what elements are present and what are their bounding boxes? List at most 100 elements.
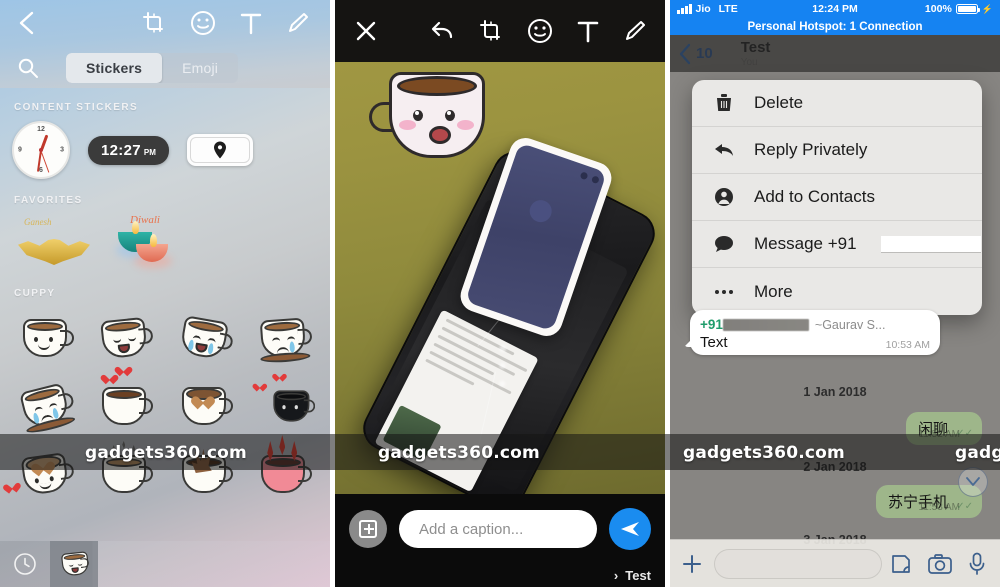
carrier-name: Jio [695,3,711,15]
menu-item-add-contacts-label: Add to Contacts [754,187,875,206]
status-right: 100% ⚡ [925,3,993,15]
recipient-chevron-icon: › [613,568,619,583]
menu-item-more[interactable]: More [692,268,982,315]
cuppy-black-mug-heart-sticker[interactable] [245,373,325,439]
network-type: LTE [718,3,738,15]
search-icon[interactable] [14,54,42,82]
menu-item-message-number[interactable]: Message +91 [692,221,982,268]
cup-sticker-overlay[interactable] [369,62,505,168]
time-sticker-time: 12:27 [101,141,141,159]
input-icons [890,552,1000,576]
pen-icon[interactable] [623,19,647,43]
photo-editor-toolbar [335,0,665,62]
sticker-icon[interactable] [190,10,216,36]
pen-icon[interactable] [286,11,310,35]
masked-number [722,319,809,332]
editor-tools [142,10,330,36]
message-bubble-outgoing-1[interactable]: 闲聊 11:52 AM ✓✓ [905,412,982,445]
diya-flame-one [132,221,139,234]
ganesh-wings-caption: Ganesh [24,217,52,227]
microphone-icon[interactable] [968,552,986,576]
clock-tick-12: 12 [37,126,45,133]
section-title-favorites: FAVORITES [14,195,83,206]
undo-icon[interactable] [429,19,455,43]
recents-tab[interactable] [0,541,50,587]
cuppy-latte-art-heart-sticker[interactable] [6,441,86,507]
cuppy-pack-tab[interactable] [50,541,98,587]
ellipsis-icon [712,289,736,295]
clock-center-pin [39,148,43,152]
panel-sticker-picker: Stickers Emoji CONTENT STICKERS 12 3 6 9 [0,0,330,587]
send-button[interactable] [609,508,651,550]
menu-item-reply-privately[interactable]: Reply Privately [692,127,982,174]
battery-percent: 100% [924,3,952,15]
caption-row: Add a caption... [349,508,651,550]
diwali-diya-sticker[interactable]: Diwali [114,214,180,268]
scroll-to-bottom-button[interactable] [958,467,988,497]
day-separator-1jan: 1 Jan 2018 [803,385,867,399]
crop-icon[interactable] [142,11,166,35]
read-receipt-icon-1: ✓✓ [956,428,973,439]
cuppy-cry-one-sticker[interactable] [165,305,245,371]
sticker-icon[interactable] [890,553,912,575]
location-pin-icon [213,141,226,159]
clock-sticker[interactable]: 12 3 6 9 [12,121,70,179]
cuppy-cry-two-sticker[interactable] [245,305,325,371]
cuppy-latte-heart-sticker[interactable] [165,373,245,439]
text-tool-icon[interactable] [577,19,599,43]
cuppy-sad-saucer-sticker[interactable] [6,373,86,439]
menu-item-delete[interactable]: Delete [692,80,982,127]
camera-icon[interactable] [928,553,952,574]
watermark-two: gadgets360.com [378,443,540,463]
caption-input[interactable]: Add a caption... [399,510,597,548]
battery-icon [955,4,980,14]
message-input[interactable] [714,548,882,579]
outgoing-time-2: 11:53 AM [918,502,960,513]
attach-button[interactable] [670,554,714,574]
message-time: 10:53 AM [885,339,930,351]
section-title-content-stickers: CONTENT STICKERS [14,102,139,113]
watermark-three: gadgets360.com [683,443,845,463]
message-bubble-incoming[interactable]: +91 ~Gaurav S... Text 10:53 AM [690,310,940,355]
clock-icon [14,553,36,575]
tab-stickers[interactable]: Stickers [66,53,163,83]
back-icon[interactable] [12,8,42,38]
cuppy-smile-sticker[interactable] [6,305,86,371]
panel-ios-chat: Jio LTE 12:24 PM 100% ⚡ Personal Hotspot… [670,0,1000,587]
photo-editor-tools [429,18,665,44]
sticker-pack-tabbar [0,541,330,587]
close-icon[interactable] [351,16,381,46]
tab-emoji[interactable]: Emoji [162,53,238,83]
trash-icon [712,93,736,113]
time-sticker[interactable]: 12:27 PM [88,135,169,165]
chevron-down-circle-icon [966,477,980,486]
menu-item-add-to-contacts[interactable]: Add to Contacts [692,174,982,221]
screenshot-stage: Stickers Emoji CONTENT STICKERS 12 3 6 9 [0,0,1000,587]
sticker-emoji-segmented-control: Stickers Emoji [66,53,239,83]
location-sticker[interactable] [186,134,253,166]
hotspot-banner[interactable]: Personal Hotspot: 1 Connection [670,18,1000,35]
add-media-button[interactable] [349,510,387,548]
cuppy-laugh-sticker[interactable] [86,305,166,371]
recipient-name: Test [625,568,651,583]
watermark-four: gadgets360.com [955,443,1000,463]
send-icon [621,522,639,536]
sender-phone-number: +91 [700,317,809,332]
ganesh-wings-shape [18,239,90,265]
diya-flame-two [150,234,157,247]
photo-canvas[interactable] [335,62,665,494]
reply-icon [712,141,736,159]
crop-icon[interactable] [479,19,503,43]
plus-icon [683,554,701,573]
ganesh-wings-sticker[interactable]: Ganesh [18,217,90,267]
cuppy-fire-pink-sticker[interactable] [245,435,325,507]
cuppy-love-hearts-sticker[interactable] [86,373,166,439]
sticker-tabs-row: Stickers Emoji [0,48,330,88]
signal-bars-icon [677,4,692,14]
favorites-row: Ganesh Diwali [0,212,330,274]
text-tool-icon[interactable] [240,11,262,35]
contact-icon [712,187,736,207]
read-receipt-icon-2: ✓✓ [956,501,973,512]
editor-toolbar [0,0,330,46]
sticker-icon[interactable] [527,18,553,44]
